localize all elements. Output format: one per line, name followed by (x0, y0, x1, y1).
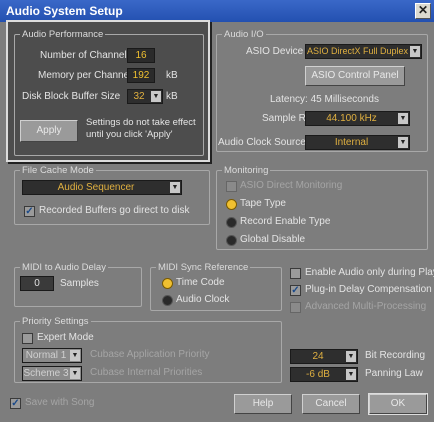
sample-rate-select[interactable]: 44.100 kHz ▼ (305, 111, 410, 126)
panning-law-select[interactable]: -6 dB ▼ (290, 367, 358, 382)
channels-input[interactable]: 16 (127, 48, 155, 63)
disk-buffer-select[interactable]: 32 ▼ (127, 89, 163, 104)
asio-direct-monitoring-label: ASIO Direct Monitoring (240, 180, 343, 191)
memory-unit: kB (166, 70, 178, 81)
latency-readout: Latency: 45 Milliseconds (270, 94, 379, 105)
monitoring-tape-type-label: Tape Type (240, 198, 286, 209)
bit-recording-select[interactable]: 24 ▼ (290, 349, 358, 364)
midi-sync-time-code-radio[interactable] (162, 278, 173, 289)
monitoring-global-disable-label: Global Disable (240, 234, 306, 245)
internal-priority-label: Cubase Internal Priorities (90, 367, 203, 378)
monitoring-tape-type-radio[interactable] (226, 199, 237, 210)
file-cache-mode-select[interactable]: Audio Sequencer ▼ (22, 180, 182, 195)
monitoring-record-enable-label: Record Enable Type (240, 216, 331, 227)
clock-source-select[interactable]: Internal ▼ (305, 135, 410, 150)
panning-law-value: -6 dB (306, 369, 330, 380)
panning-law-label: Panning Law (365, 368, 423, 379)
priority-legend: Priority Settings (20, 316, 91, 327)
window-titlebar: Audio System Setup (0, 0, 434, 22)
help-button[interactable]: Help (234, 394, 292, 414)
recorded-buffers-label: Recorded Buffers go direct to disk (39, 205, 190, 216)
chevron-down-icon: ▼ (410, 46, 420, 57)
sample-rate-value: 44.100 kHz (326, 113, 377, 124)
monitoring-legend: Monitoring (222, 165, 271, 176)
audio-io-legend: Audio I/O (222, 29, 266, 40)
chevron-down-icon: ▼ (398, 137, 408, 148)
disk-buffer-label: Disk Block Buffer Size (22, 91, 121, 102)
chevron-down-icon: ▼ (398, 113, 408, 124)
advanced-multi-processing-checkbox[interactable] (290, 302, 301, 313)
save-with-song-label: Save with Song (25, 397, 95, 408)
channels-label: Number of Channels (40, 50, 132, 61)
clock-source-label: Audio Clock Source (218, 137, 306, 148)
bit-recording-value: 24 (312, 351, 324, 362)
asio-device-select[interactable]: ASIO DirectX Full Duplex ▼ (305, 44, 422, 59)
expert-mode-checkbox[interactable] (22, 333, 33, 344)
monitoring-record-enable-radio[interactable] (226, 217, 237, 228)
asio-control-panel-button[interactable]: ASIO Control Panel (305, 66, 405, 86)
apply-note: Settings do not take effect until you cl… (86, 117, 196, 140)
midi-sync-audio-clock-radio[interactable] (162, 295, 173, 306)
app-priority-select[interactable]: Normal 1 ▼ (22, 348, 82, 363)
close-icon: ✕ (417, 3, 429, 17)
midi-sync-time-code-label: Time Code (176, 277, 225, 288)
midi-audio-delay-input[interactable]: 0 (20, 276, 54, 291)
cancel-button[interactable]: Cancel (302, 394, 360, 414)
midi-audio-delay-unit: Samples (60, 278, 99, 289)
chevron-down-icon: ▼ (346, 369, 356, 380)
file-cache-legend: File Cache Mode (20, 165, 96, 176)
bit-recording-label: Bit Recording (365, 350, 426, 361)
advanced-multi-processing-label: Advanced Multi-Processing (305, 301, 427, 312)
apply-button[interactable]: Apply (20, 120, 78, 142)
disk-buffer-value: 32 (133, 91, 145, 102)
chevron-down-icon: ▼ (70, 368, 80, 379)
plugin-delay-compensation-checkbox[interactable]: ✓ (290, 285, 301, 296)
memory-input[interactable]: 192 (127, 68, 155, 83)
recorded-buffers-checkbox[interactable]: ✓ (24, 206, 35, 217)
monitoring-global-disable-radio[interactable] (226, 235, 237, 246)
asio-device-value: ASIO DirectX Full Duplex (306, 46, 409, 56)
enable-audio-during-play-label: Enable Audio only during Play (305, 267, 434, 278)
app-priority-label: Cubase Application Priority (90, 349, 210, 360)
chevron-down-icon: ▼ (70, 350, 80, 361)
chevron-down-icon: ▼ (151, 91, 161, 102)
plugin-delay-compensation-label: Plug-in Delay Compensation (305, 284, 432, 295)
midi-sync-audio-clock-label: Audio Clock (176, 294, 230, 305)
midi-audio-delay-legend: MIDI to Audio Delay (20, 262, 108, 273)
close-button[interactable]: ✕ (415, 3, 431, 19)
audio-performance-legend: Audio Performance (20, 29, 106, 40)
internal-priority-select[interactable]: Scheme 3 ▼ (22, 366, 82, 381)
midi-sync-legend: MIDI Sync Reference (156, 262, 251, 273)
chevron-down-icon: ▼ (170, 182, 180, 193)
disk-buffer-unit: kB (166, 91, 178, 102)
chevron-down-icon: ▼ (346, 351, 356, 362)
file-cache-mode-value: Audio Sequencer (57, 182, 135, 193)
window-title: Audio System Setup (6, 4, 123, 18)
clock-source-value: Internal (334, 137, 369, 148)
save-with-song-checkbox[interactable]: ✓ (10, 398, 21, 409)
asio-device-label: ASIO Device (246, 46, 304, 57)
asio-direct-monitoring-checkbox[interactable] (226, 181, 237, 192)
app-priority-value: Normal 1 (25, 350, 67, 361)
internal-priority-value: Scheme 3 (23, 368, 69, 379)
memory-label: Memory per Channel (38, 70, 132, 81)
enable-audio-during-play-checkbox[interactable] (290, 268, 301, 279)
expert-mode-label: Expert Mode (37, 332, 94, 343)
ok-button[interactable]: OK (368, 393, 428, 415)
